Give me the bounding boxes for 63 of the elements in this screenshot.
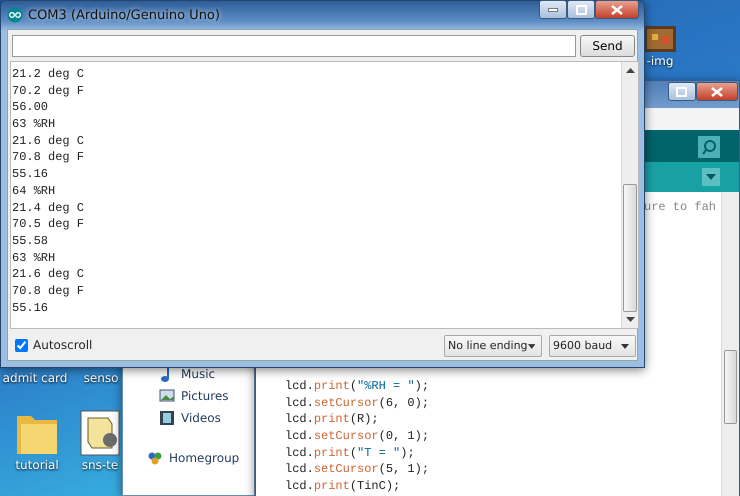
nav-item[interactable]: Music — [159, 365, 216, 383]
caret-icon — [621, 344, 629, 348]
output-line: 63 %RH — [12, 116, 56, 133]
magnifier-icon — [701, 139, 717, 155]
window-title: COM3 (Arduino/Genuino Uno) — [28, 7, 220, 25]
code-line: lcd.print("%RH = "); — [285, 378, 430, 395]
document-icon — [80, 410, 120, 456]
app-icon — [7, 7, 23, 23]
close-icon — [611, 4, 623, 14]
output-line: 21.6 deg C — [12, 266, 84, 283]
nav-item[interactable]: Videos — [159, 409, 221, 427]
output-line: 21.2 deg C — [12, 66, 84, 83]
baud-rate-dropdown[interactable]: 9600 baud — [549, 335, 636, 357]
output-line: 64 %RH — [12, 182, 56, 200]
up-arrow-icon — [626, 68, 635, 73]
output-line: 56.00 — [12, 99, 50, 116]
nav-item[interactable]: Homegroup — [147, 449, 240, 467]
line-ending-dropdown[interactable]: No line ending — [444, 335, 542, 357]
close-button[interactable] — [595, 0, 639, 19]
autoscroll-checkbox[interactable] — [15, 338, 28, 352]
send-button[interactable]: Send — [580, 35, 635, 57]
scrollbar-thumb[interactable] — [623, 184, 637, 312]
down-arrow-icon — [626, 317, 635, 322]
picture-icon — [159, 388, 175, 404]
film-icon — [159, 410, 175, 426]
output-line: 70.5 deg F — [12, 216, 84, 233]
scrollbar-thumb[interactable] — [724, 350, 737, 424]
code-line: lcd.print("T = "); — [285, 444, 416, 462]
network-icon — [147, 450, 163, 466]
scrollbar[interactable] — [621, 62, 638, 328]
icon-label[interactable]: admit card — [2, 369, 68, 387]
output-line: 63 %RH — [12, 250, 56, 266]
output-line: 70.8 deg F — [12, 149, 84, 166]
output-line: 55.58 — [12, 232, 50, 250]
code-line: lcd.setCursor(5, 1); — [285, 461, 430, 478]
serial-monitor-button[interactable] — [698, 136, 720, 158]
icon-label[interactable]: -img — [646, 52, 674, 70]
nav-item[interactable]: Pictures — [159, 387, 229, 405]
scrollbar[interactable] — [721, 192, 739, 496]
output-line: 55.16 — [12, 166, 50, 183]
output-line: 21.4 deg C — [12, 200, 84, 216]
caret-icon — [528, 344, 535, 348]
minimize-button[interactable] — [539, 0, 567, 19]
code-line: lcd.setCursor(6, 0); — [285, 394, 430, 412]
maximize-icon — [576, 4, 586, 14]
message-input[interactable] — [12, 35, 576, 57]
code-line: ure to fah — [644, 199, 716, 216]
code-line: lcd.print(TinC); — [285, 478, 402, 495]
code-line: lcd.setCursor(0, 1); — [285, 428, 430, 445]
minimize-icon — [548, 8, 558, 12]
output-line: 70.2 deg F — [12, 82, 84, 100]
output-line: 55.16 — [12, 300, 50, 316]
code-line: lcd.print(R); — [285, 411, 380, 428]
maximize-button[interactable] — [567, 0, 595, 19]
output-line: 21.6 deg C — [12, 132, 84, 150]
output-line: 70.8 deg F — [12, 282, 84, 300]
tab-menu-button[interactable] — [702, 168, 720, 186]
image-icon — [644, 26, 676, 52]
maximize-button[interactable] — [668, 82, 696, 101]
close-button[interactable] — [696, 82, 738, 101]
checkbox-label[interactable]: Autoscroll — [33, 336, 92, 354]
icon-label[interactable]: senso — [84, 369, 118, 387]
caret-icon — [706, 174, 716, 180]
